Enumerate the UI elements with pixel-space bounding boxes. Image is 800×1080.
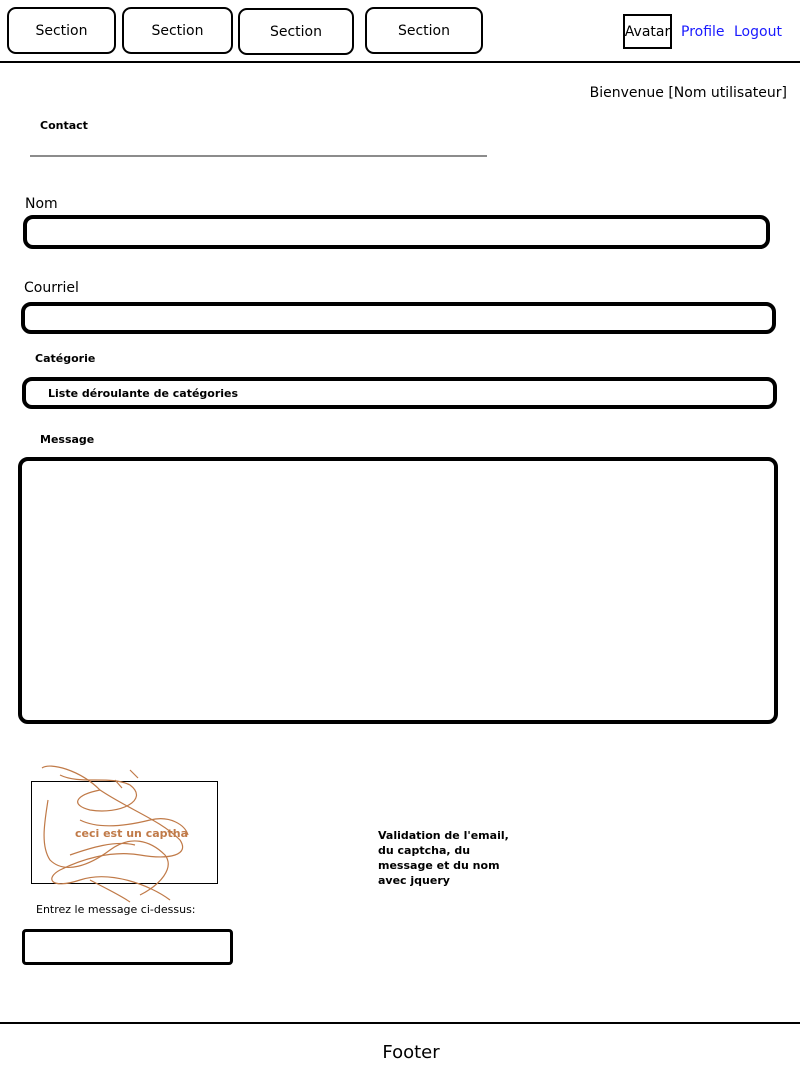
courriel-field[interactable] <box>21 302 776 334</box>
message-label: Message <box>40 433 95 446</box>
categorie-select[interactable]: Liste déroulante de catégories <box>22 377 777 409</box>
categorie-select-value: Liste déroulante de catégories <box>48 386 239 400</box>
form-title-underline <box>30 155 487 157</box>
categorie-label: Catégorie <box>35 352 96 365</box>
nav-tab-section-2[interactable]: Section <box>122 7 233 54</box>
nom-field[interactable] <box>23 215 770 249</box>
captcha-prompt: Entrez le message ci-dessus: <box>36 903 196 916</box>
nav-tab-section-3[interactable]: Section <box>238 8 354 55</box>
nom-label: Nom <box>25 196 58 212</box>
logout-link[interactable]: Logout <box>734 24 782 40</box>
message-textarea[interactable] <box>18 457 778 724</box>
welcome-message: Bienvenue [Nom utilisateur] <box>589 85 787 101</box>
captcha-text: ceci est un captha <box>75 827 189 840</box>
nav-tab-section-1[interactable]: Section <box>7 7 116 54</box>
footer: Footer <box>382 1042 440 1063</box>
courriel-label: Courriel <box>24 280 79 296</box>
captcha-input[interactable] <box>22 929 233 965</box>
footer-divider <box>0 1022 800 1024</box>
profile-link[interactable]: Profile <box>681 24 725 40</box>
form-title: Contact <box>40 119 88 132</box>
avatar[interactable]: Avatar <box>623 14 672 49</box>
nav-tab-section-4[interactable]: Section <box>365 7 483 54</box>
validation-note: Validation de l'email, du captcha, du me… <box>378 829 509 887</box>
header-divider <box>0 61 800 63</box>
